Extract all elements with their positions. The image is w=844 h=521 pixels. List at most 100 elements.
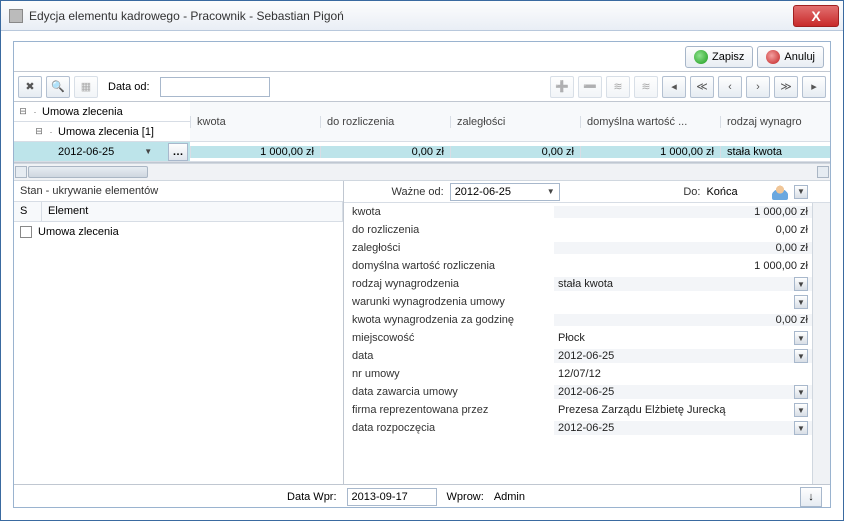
chevron-down-icon[interactable]: ▼ (144, 147, 152, 156)
property-key: data (344, 350, 554, 362)
filter1-button[interactable]: ≋ (606, 76, 630, 98)
property-key: warunki wynagrodzenia umowy (344, 296, 554, 308)
horizontal-scrollbar[interactable] (14, 163, 830, 181)
state-list-item[interactable]: Umowa zlecenia (14, 222, 343, 242)
tools-button[interactable]: ✖ (18, 76, 42, 98)
property-value[interactable]: 0,00 zł (554, 242, 830, 254)
property-row[interactable]: do rozliczenia0,00 zł (344, 221, 830, 239)
date-wpr-label: Data Wpr: (287, 491, 337, 503)
date-wpr-input[interactable]: 2013-09-17 (347, 488, 437, 506)
property-row[interactable]: data rozpoczęcia2012-06-25▼ (344, 419, 830, 437)
valid-from-input[interactable]: 2012-06-25 ▼ (450, 183, 560, 201)
add-button[interactable]: ➕ (550, 76, 574, 98)
property-value[interactable]: Płock▼ (554, 331, 830, 345)
chevron-down-icon[interactable]: ▼ (794, 331, 808, 345)
person-icon[interactable] (772, 184, 788, 200)
chevron-down-icon[interactable]: ▼ (794, 421, 808, 435)
property-row[interactable]: data2012-06-25▼ (344, 347, 830, 365)
remove-button[interactable]: ➖ (578, 76, 602, 98)
date-wpr-value: 2013-09-17 (352, 491, 408, 503)
cell-domyslna: 1 000,00 zł (580, 146, 720, 158)
property-value[interactable]: 1 000,00 zł (554, 260, 830, 272)
col-do-rozliczenia[interactable]: do rozliczenia (320, 116, 450, 128)
col-rodzaj[interactable]: rodzaj wynagro (720, 116, 830, 128)
chevron-down-icon[interactable]: ▼ (794, 295, 808, 309)
grid-area: ⊟ · Umowa zlecenia ⊟ · Umowa zlecenia [1… (14, 102, 830, 163)
tree-leaf[interactable]: 2012-06-25 ▼ … (14, 142, 190, 162)
property-value[interactable]: 2012-06-25▼ (554, 349, 830, 363)
property-value[interactable]: 2012-06-25▼ (554, 385, 830, 399)
col-kwota[interactable]: kwota (190, 116, 320, 128)
property-value[interactable]: 0,00 zł (554, 314, 830, 326)
details-panel: Ważne od: 2012-06-25 ▼ Do: Końca ▼ kwota… (344, 181, 830, 484)
valid-to-value: Końca (706, 186, 737, 198)
nav-first-button[interactable]: ◂ (662, 76, 686, 98)
nav-last-button[interactable]: ▸ (802, 76, 826, 98)
col-element[interactable]: Element (42, 202, 343, 221)
grid-row[interactable]: 1 000,00 zł 0,00 zł 0,00 zł 1 000,00 zł … (190, 142, 830, 162)
property-key: do rozliczenia (344, 224, 554, 236)
save-button[interactable]: Zapisz (685, 46, 753, 68)
property-row[interactable]: kwota wynagrodzenia za godzinę0,00 zł (344, 311, 830, 329)
property-value[interactable]: 0,00 zł (554, 224, 830, 236)
property-row[interactable]: warunki wynagrodzenia umowy ▼ (344, 293, 830, 311)
ellipsis-button[interactable]: … (168, 143, 188, 161)
tree-child[interactable]: ⊟ · Umowa zlecenia [1] (14, 122, 190, 142)
date-from-label: Data od: (108, 81, 150, 93)
scroll-left-icon[interactable] (15, 166, 27, 178)
cell-zaleglosci: 0,00 zł (450, 146, 580, 158)
property-value[interactable]: stała kwota▼ (554, 277, 830, 291)
chevron-down-icon[interactable]: ▼ (794, 385, 808, 399)
col-domyslna[interactable]: domyślna wartość ... (580, 116, 720, 128)
col-zaleglosci[interactable]: zaległości (450, 116, 580, 128)
chevron-down-icon[interactable]: ▼ (794, 349, 808, 363)
nav-prev-button[interactable]: ‹ (718, 76, 742, 98)
cancel-button[interactable]: Anuluj (757, 46, 824, 68)
property-row[interactable]: rodzaj wynagrodzeniastała kwota▼ (344, 275, 830, 293)
property-value[interactable]: 1 000,00 zł (554, 206, 830, 218)
scroll-right-icon[interactable] (817, 166, 829, 178)
property-key: data rozpoczęcia (344, 422, 554, 434)
nav-first2-button[interactable]: ≪ (690, 76, 714, 98)
property-key: kwota wynagrodzenia za godzinę (344, 314, 554, 326)
property-key: domyślna wartość rozliczenia (344, 260, 554, 272)
col-s[interactable]: S (14, 202, 42, 221)
property-key: firma reprezentowana przez (344, 404, 554, 416)
tree: ⊟ · Umowa zlecenia ⊟ · Umowa zlecenia [1… (14, 102, 190, 162)
property-value[interactable]: Prezesa Zarządu Elżbietę Jurecką▼ (554, 403, 830, 417)
property-key: nr umowy (344, 368, 554, 380)
validity-bar: Ważne od: 2012-06-25 ▼ Do: Końca ▼ (344, 181, 830, 203)
property-value[interactable]: 2012-06-25▼ (554, 421, 830, 435)
chevron-down-icon[interactable]: ▼ (794, 277, 808, 291)
grid-header: kwota do rozliczenia zaległości domyślna… (190, 102, 830, 142)
chevron-down-icon[interactable]: ▼ (547, 187, 555, 196)
state-item-label: Umowa zlecenia (38, 226, 119, 238)
property-row[interactable]: domyślna wartość rozliczenia1 000,00 zł (344, 257, 830, 275)
wprow-value: Admin (494, 491, 525, 503)
chevron-down-icon[interactable]: ▼ (794, 403, 808, 417)
details-button[interactable]: ▦ (74, 76, 98, 98)
checkbox[interactable] (20, 226, 32, 238)
close-button[interactable]: X (793, 5, 839, 27)
date-from-input[interactable] (160, 77, 270, 97)
property-row[interactable]: firma reprezentowana przezPrezesa Zarząd… (344, 401, 830, 419)
property-row[interactable]: kwota1 000,00 zł (344, 203, 830, 221)
nav-next-button[interactable]: › (746, 76, 770, 98)
download-button[interactable]: ↓ (800, 487, 822, 507)
collapse-icon[interactable]: ⊟ (18, 106, 28, 117)
tree-root[interactable]: ⊟ · Umowa zlecenia (14, 102, 190, 122)
property-row[interactable]: miejscowośćPłock▼ (344, 329, 830, 347)
property-row[interactable]: zaległości0,00 zł (344, 239, 830, 257)
property-row[interactable]: nr umowy12/07/12 (344, 365, 830, 383)
property-value[interactable]: ▼ (554, 295, 830, 309)
nav-last2-button[interactable]: ≫ (774, 76, 798, 98)
filter2-button[interactable]: ≋ (634, 76, 658, 98)
tree-leaf-label: 2012-06-25 (58, 146, 114, 158)
chevron-down-icon[interactable]: ▼ (794, 185, 808, 199)
property-value[interactable]: 12/07/12 (554, 368, 830, 380)
collapse-icon[interactable]: ⊟ (34, 126, 44, 137)
scroll-thumb[interactable] (28, 166, 148, 178)
vertical-scrollbar[interactable] (812, 203, 830, 484)
property-row[interactable]: data zawarcia umowy2012-06-25▼ (344, 383, 830, 401)
search-button[interactable]: 🔍 (46, 76, 70, 98)
